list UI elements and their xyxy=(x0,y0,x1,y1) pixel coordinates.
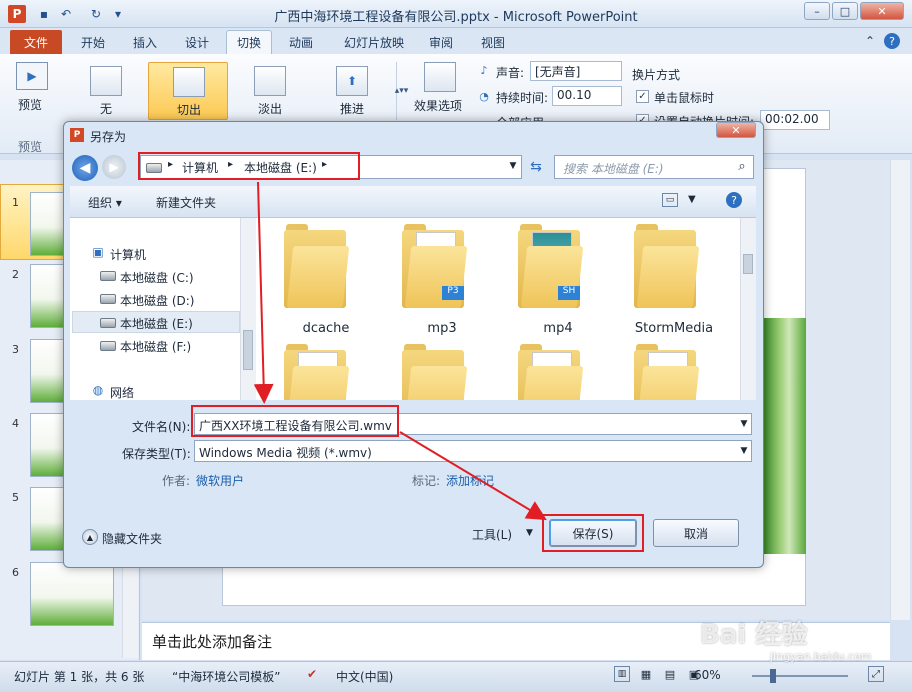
watermark-url: jingyan.baidu.com xyxy=(770,650,872,663)
annotation-arrows xyxy=(253,181,547,521)
arrow-to-save xyxy=(399,431,547,521)
arrow-to-filename xyxy=(253,181,274,404)
watermark-brand: Bai 经验 xyxy=(700,620,808,650)
